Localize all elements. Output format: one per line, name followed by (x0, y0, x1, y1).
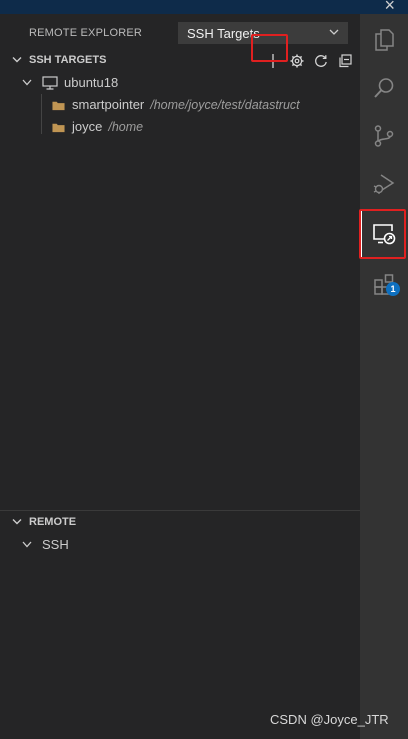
title-strip: × (0, 0, 408, 14)
source-control-icon (374, 125, 394, 147)
remote-label: REMOTE (29, 516, 77, 528)
chevron-down-icon (12, 519, 22, 525)
sidebar-title: REMOTE EXPLORER (29, 27, 143, 39)
ssh-targets-section-header[interactable]: SSH TARGETS (0, 50, 360, 72)
folder-name: smartpointer (72, 97, 145, 112)
add-button-highlight (251, 34, 288, 62)
watermark: CSDN @Joyce_JTR (270, 712, 389, 727)
remote-section-header[interactable]: REMOTE (0, 512, 360, 534)
ssh-host-row[interactable]: ubuntu18 (0, 72, 360, 94)
explorer-activity[interactable] (360, 16, 408, 64)
refresh-button[interactable] (312, 52, 330, 70)
refresh-icon (315, 55, 327, 67)
collapse-all-button[interactable] (336, 52, 354, 70)
sidebar-header: REMOTE EXPLORER SSH Targets (0, 14, 360, 50)
extensions-activity[interactable] (360, 260, 408, 308)
chevron-down-icon (12, 57, 22, 63)
folder-row[interactable]: smartpointer/home/joyce/test/datastruct (0, 94, 360, 116)
collapse-all-icon (339, 54, 352, 68)
chevron-down-icon (329, 29, 339, 35)
vscode-window: × REMOTE EXPLORER SSH Targets SSH TARGET… (0, 0, 408, 739)
remote-ssh-row[interactable]: SSH (0, 534, 360, 556)
folder-row[interactable]: joyce/home (0, 116, 360, 138)
configure-button[interactable] (288, 52, 306, 70)
folder-label: smartpointer/home/joyce/test/datastruct (72, 97, 300, 112)
ssh-targets-label: SSH TARGETS (29, 54, 107, 66)
run-debug-icon (373, 174, 395, 194)
files-icon (375, 29, 394, 51)
chevron-down-icon (22, 79, 32, 86)
folder-path: /home/joyce/test/datastruct (150, 98, 300, 112)
ssh-host-label: ubuntu18 (64, 75, 119, 90)
extensions-badge: 1 (386, 282, 400, 296)
close-icon[interactable]: × (384, 0, 395, 14)
section-divider (0, 510, 360, 511)
monitor-icon (42, 76, 58, 90)
folder-path: /home (108, 120, 144, 134)
remote-ssh-label: SSH (42, 537, 69, 552)
remote-explorer-highlight (359, 209, 406, 259)
search-activity[interactable] (360, 64, 408, 112)
folder-label: joyce/home (72, 119, 143, 134)
folder-icon (52, 101, 65, 111)
gear-icon (290, 54, 304, 68)
folder-name: joyce (72, 119, 103, 134)
chevron-down-icon (22, 541, 32, 548)
activity-bar (360, 14, 408, 739)
folder-icon (52, 123, 65, 133)
target-type-value: SSH Targets (187, 26, 260, 41)
search-icon (374, 78, 394, 98)
remote-explorer-sidebar: REMOTE EXPLORER SSH Targets SSH TARGETS (0, 14, 360, 739)
run-debug-activity[interactable] (360, 160, 408, 208)
source-control-activity[interactable] (360, 112, 408, 160)
